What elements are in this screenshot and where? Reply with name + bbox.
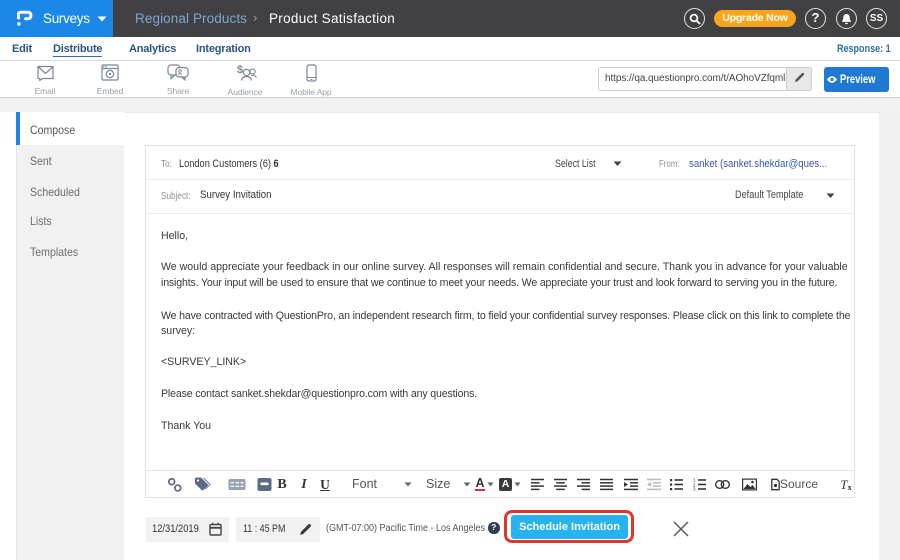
svg-text:3: 3 — [693, 487, 696, 492]
svg-text:$: $ — [237, 64, 243, 76]
